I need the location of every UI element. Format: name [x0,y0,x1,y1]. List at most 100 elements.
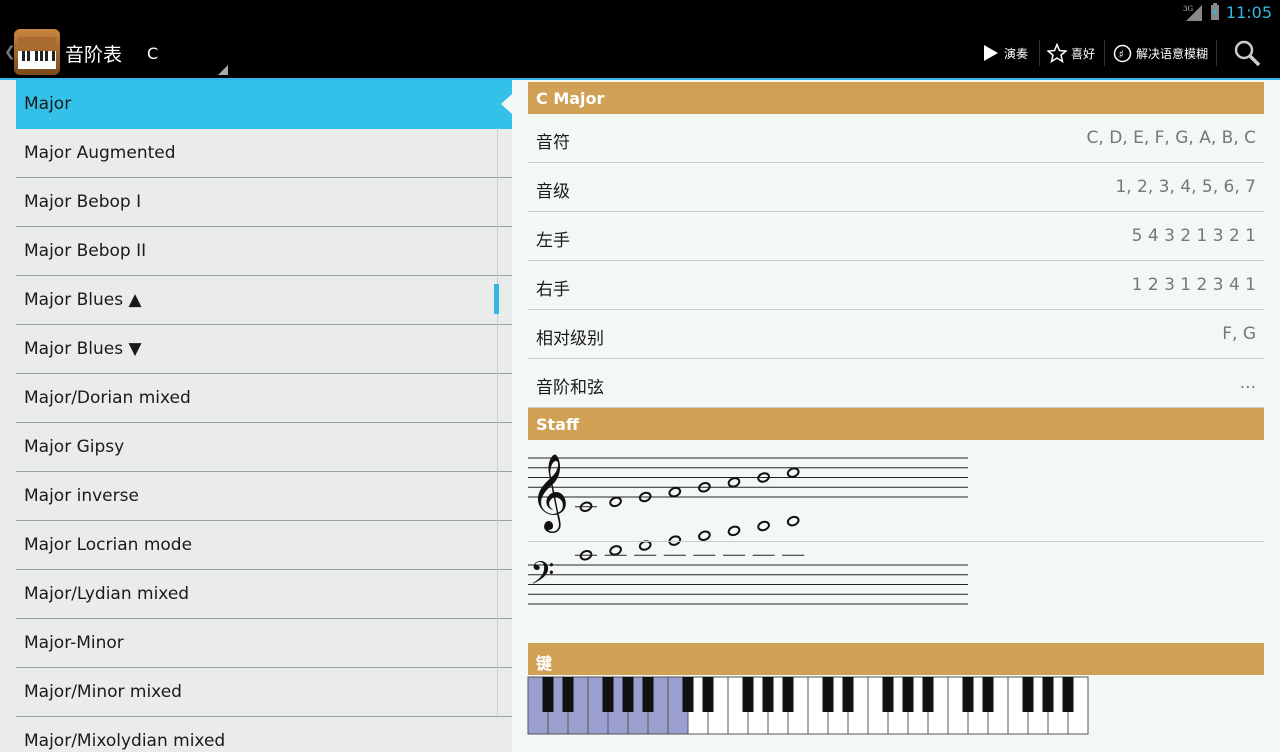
info-row-value: C, D, E, F, G, A, B, C [1086,128,1256,148]
play-label: 演奏 [1004,46,1029,61]
app-piano-icon[interactable] [14,29,60,75]
black-key[interactable] [782,677,794,712]
scale-name-header: C Major [528,82,1264,114]
black-key[interactable] [562,677,574,712]
disambiguate-icon: ♯ [1113,44,1132,62]
note-head [786,515,800,527]
black-key[interactable] [922,677,934,712]
info-row[interactable]: 右手 1 2 3 1 2 3 4 1 [528,261,1264,310]
search-icon [1234,40,1261,67]
bass-clef-icon: 𝄢 [530,555,554,599]
info-row-value: ... [1239,373,1256,393]
star-icon [1047,43,1067,63]
scale-list-item-label: Major/Dorian mixed [24,388,191,408]
staff-header: Staff [528,408,1264,440]
info-row[interactable]: 音级 1, 2, 3, 4, 5, 6, 7 [528,163,1264,212]
scale-list-item[interactable]: Major Augmented [16,129,512,178]
scale-list-item-label: Major Bebop II [24,241,147,261]
scale-list-item[interactable]: Major/Mixolydian mixed [16,717,512,752]
scale-list-item[interactable]: Major [16,80,512,129]
action-separator [1039,40,1040,66]
note-head [668,486,682,498]
scale-list-item-label: Major/Lydian mixed [24,584,190,604]
scale-list-item-label: Major Blues ▼ [24,339,142,359]
info-row[interactable]: 音阶和弦... [528,359,1264,408]
black-key[interactable] [742,677,754,712]
action-separator [1104,40,1105,66]
info-row[interactable]: 左手 5 4 3 2 1 3 2 1 [528,212,1264,261]
scale-list-item[interactable]: Major Locrian mode [16,521,512,570]
black-key[interactable] [902,677,914,712]
scale-list-item[interactable]: Major-Minor [16,619,512,668]
info-row-label: 音级 [536,182,570,202]
info-row[interactable]: 相对级别 F, G [528,310,1264,359]
scale-list-item[interactable]: Major/Lydian mixed [16,570,512,619]
black-key[interactable] [982,677,994,712]
black-key[interactable] [622,677,634,712]
info-row-value: F, G [1222,324,1256,344]
scale-list-item-label: Major Locrian mode [24,535,193,555]
black-key[interactable] [542,677,554,712]
black-key[interactable] [682,677,694,712]
app-title: 音阶表 [65,44,123,66]
status-time: 11:05 [1225,2,1272,22]
note-head [698,530,711,541]
disambiguate-button[interactable]: ♯ 解决语意模糊 [1113,34,1208,72]
scale-list-item-label: Major/Minor mixed [24,682,182,702]
black-key[interactable] [642,677,654,712]
disambiguate-label: 解决语意模糊 [1136,46,1209,61]
search-button[interactable] [1233,34,1261,72]
black-key[interactable] [762,677,774,712]
info-row-label: 音阶和弦 [536,378,604,398]
info-row-label: 相对级别 [536,329,604,349]
note-head [727,477,741,488]
svg-text:3G: 3G [1183,5,1193,13]
note-head [609,545,622,556]
scale-list-item[interactable]: Major Blues ▼ [16,325,512,374]
black-key[interactable] [1042,677,1054,712]
scale-list-item[interactable]: Major inverse [16,472,512,521]
black-key[interactable] [1062,677,1074,712]
black-key[interactable] [1022,677,1034,712]
piano-keyboard[interactable] [527,676,1089,736]
scale-detail-panel: C Major 音符 C, D, E, F, G, A, B, C 音级 1, 2, … [512,80,1280,752]
list-divider [497,128,498,718]
black-key[interactable] [602,677,614,712]
scrollbar-thumb[interactable] [494,284,499,314]
scale-list[interactable]: Major Major Augmented Major Bebop I Major B… [16,80,512,752]
info-row-label: 音符 [536,133,570,153]
black-key[interactable] [962,677,974,712]
scale-list-item[interactable]: Major Gipsy [16,423,512,472]
play-button[interactable]: 演奏 [982,34,1028,72]
info-row-label: 左手 [536,231,570,251]
black-key[interactable] [842,677,854,712]
scale-list-item-label: Major-Minor [24,633,124,653]
signal-3g-icon: 3G [1183,5,1202,21]
black-key[interactable] [702,677,714,712]
favorite-button[interactable]: 喜好 [1047,34,1095,72]
scale-list-item-label: Major [24,94,72,114]
treble-clef-icon: 𝄞 [530,453,569,533]
scale-list-item[interactable]: Major/Dorian mixed [16,374,512,423]
scale-list-item-label: Major Gipsy [24,437,125,457]
staff-notation: 𝄞𝄢 [528,453,968,605]
scale-list-item[interactable]: Major/Minor mixed [16,668,512,717]
note-head [727,525,741,537]
status-bar: 3G 11:05 [0,0,1280,25]
scale-list-item-label: Major/Mixolydian mixed [24,731,226,751]
battery-icon [1210,3,1219,20]
scale-list-item-label: Major Augmented [24,143,176,163]
black-key[interactable] [822,677,834,712]
info-row[interactable]: 音符 C, D, E, F, G, A, B, C [528,114,1264,163]
note-head [609,496,622,508]
note-head [757,520,770,532]
spinner-arrow-icon [218,65,228,75]
scale-list-item[interactable]: Major Blues ▲ [16,276,512,325]
black-key[interactable] [882,677,894,712]
play-icon [984,45,998,61]
info-row-value: 1 2 3 1 2 3 4 1 [1131,275,1256,295]
scale-list-item[interactable]: Major Bebop II [16,227,512,276]
key-spinner[interactable]: C [140,30,230,78]
scale-list-item[interactable]: Major Bebop I [16,178,512,227]
scale-list-item-label: Major Bebop I [24,192,142,212]
